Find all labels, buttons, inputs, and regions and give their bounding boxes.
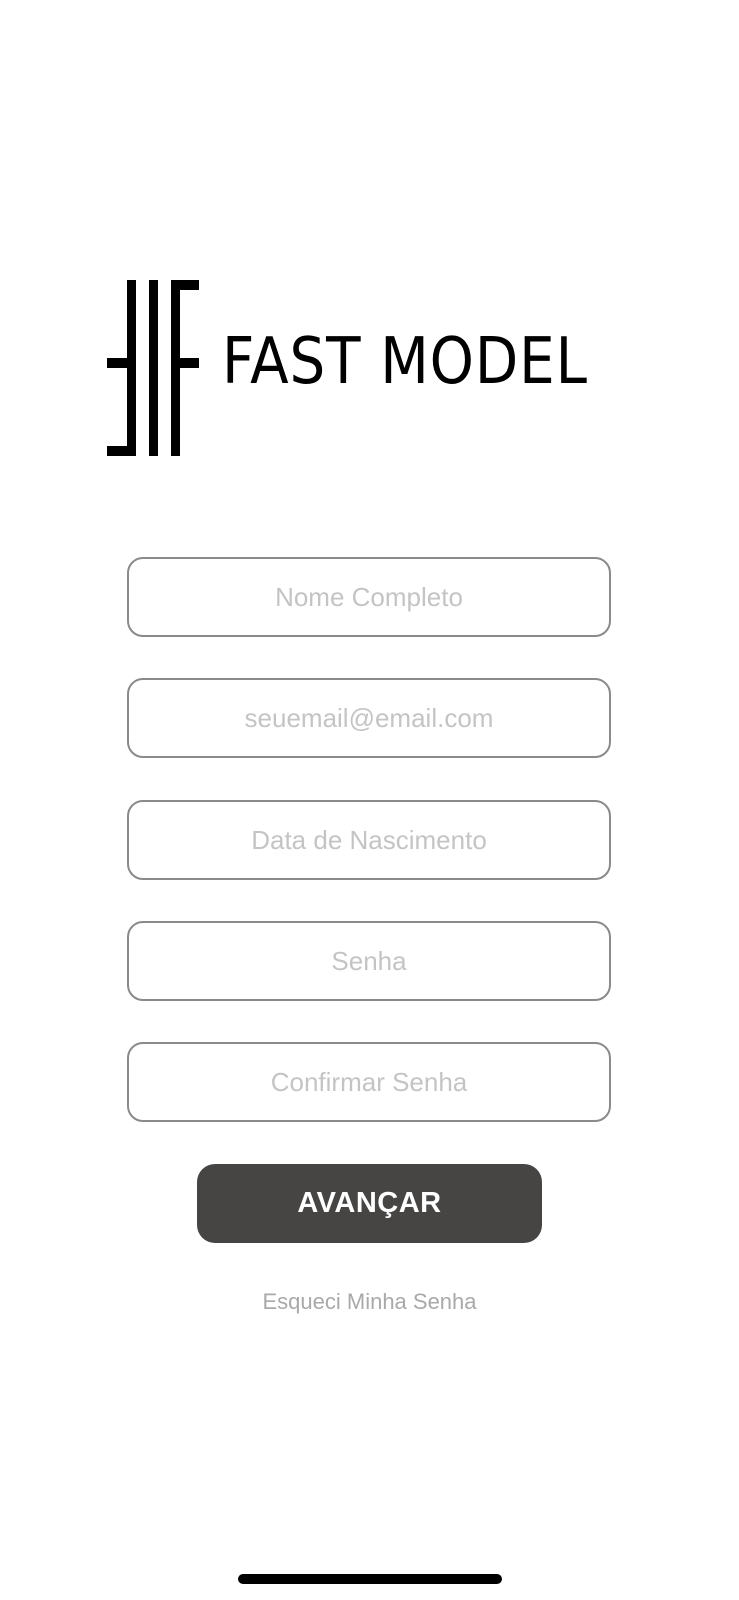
confirm-password-input[interactable] (127, 1042, 611, 1122)
fast-model-logo-icon (107, 280, 199, 456)
advance-button[interactable]: AVANÇAR (197, 1164, 542, 1243)
home-indicator (238, 1574, 502, 1584)
email-input[interactable] (127, 678, 611, 758)
password-input[interactable] (127, 921, 611, 1001)
full-name-input[interactable] (127, 557, 611, 637)
brand-logo: FAST MODEL (107, 280, 633, 456)
forgot-password-link[interactable]: Esqueci Minha Senha (0, 1289, 739, 1315)
brand-name: FAST MODEL (222, 325, 588, 399)
birth-date-input[interactable] (127, 800, 611, 880)
